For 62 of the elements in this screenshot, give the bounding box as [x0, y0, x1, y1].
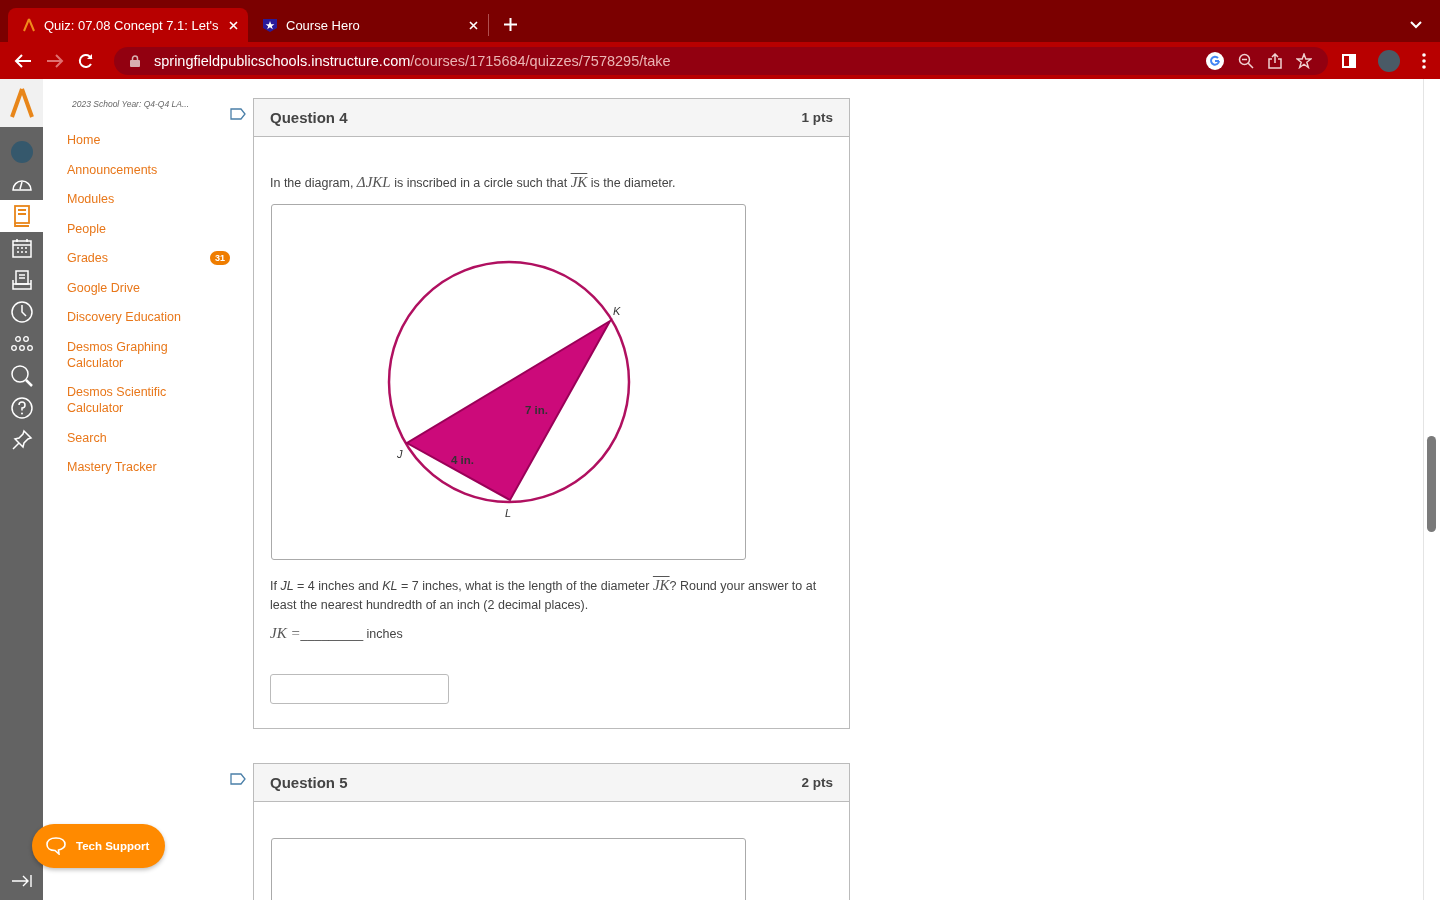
- avatar: [10, 141, 33, 163]
- question-text: If JL = 4 inches and KL = 7 inches, what is the length of the diameter JK? Round your answer to at least the nearest hundredth of an inch (2 decimal places).: [270, 576, 818, 614]
- back-icon[interactable]: [14, 52, 32, 69]
- side-panel-icon[interactable]: [1342, 53, 1356, 68]
- triangle-logo-icon: [8, 87, 35, 119]
- pin-icon: [10, 429, 33, 451]
- book-icon: [12, 205, 31, 227]
- question-points: 1 pts: [801, 110, 833, 125]
- vertex-label: K: [613, 305, 621, 317]
- close-icon[interactable]: [469, 20, 478, 30]
- tech-support-button[interactable]: Tech Support: [32, 824, 166, 868]
- bookmark-icon[interactable]: [230, 108, 246, 120]
- close-icon[interactable]: [229, 20, 238, 30]
- nav-rail-item[interactable]: [0, 200, 43, 232]
- question-title: Question 4: [270, 109, 348, 126]
- course-nav-link[interactable]: Desmos Scientific Calculator: [67, 384, 187, 416]
- lock-icon: [130, 54, 140, 67]
- question-text: In the diagram, ΔJKL is inscribed in a circle such that JK is the diameter.: [270, 173, 677, 192]
- answer-field[interactable]: [270, 674, 449, 704]
- chat-bubble-icon: [46, 837, 66, 855]
- star-outline-icon[interactable]: [1296, 52, 1312, 69]
- share-icon[interactable]: [1268, 52, 1282, 69]
- inbox-icon: [11, 270, 32, 290]
- collapse-icon[interactable]: [10, 874, 33, 888]
- course-nav-link[interactable]: Home: [67, 132, 187, 148]
- google-icon[interactable]: [1206, 51, 1224, 70]
- zoom-out-icon[interactable]: [1238, 52, 1254, 69]
- vertex-label: J: [397, 448, 403, 460]
- logo-tile[interactable]: [0, 79, 43, 127]
- more-icon[interactable]: [1422, 52, 1426, 69]
- course-nav-link[interactable]: Search: [67, 429, 187, 446]
- count-badge: 31: [210, 251, 230, 265]
- network-icon: [10, 336, 33, 352]
- scrollbar-thumb[interactable]: [1427, 436, 1436, 532]
- reload-icon[interactable]: [78, 52, 94, 69]
- course-nav-link[interactable]: Modules: [67, 191, 187, 207]
- plus-icon[interactable]: [504, 18, 517, 31]
- question-title: Question 5: [270, 774, 348, 791]
- browser-tab[interactable]: Quiz: 07.08 Concept 7.1: Let's: [8, 8, 248, 42]
- help-icon: [10, 397, 33, 419]
- bookmark-icon[interactable]: [230, 773, 246, 785]
- side-length-label: 4 in.: [451, 454, 474, 466]
- address-bar[interactable]: springfieldpublicschools.instructure.com/courses/1715684/quizzes/7578295/take: [114, 46, 1328, 75]
- search-icon: [10, 365, 33, 387]
- course-term: 2023 School Year: Q4-Q4 LA...: [72, 99, 191, 109]
- triangle-logo-icon: [22, 18, 36, 32]
- course-nav-link[interactable]: Discovery Education: [67, 309, 187, 325]
- course-nav-link[interactable]: Grades: [67, 250, 187, 266]
- calendar-icon: [11, 238, 32, 258]
- course-nav-link[interactable]: Google Drive: [67, 279, 187, 296]
- answer-prompt: JK =_________ inches: [270, 624, 404, 643]
- question-points: 2 pts: [801, 775, 833, 790]
- vertex-label: L: [505, 507, 512, 519]
- course-nav-link[interactable]: Announcements: [67, 161, 187, 178]
- clock-icon: [10, 301, 33, 323]
- browser-tab[interactable]: Course Hero: [248, 8, 488, 42]
- chevron-down-icon[interactable]: [1410, 21, 1422, 29]
- side-length-label: 7 in.: [525, 404, 548, 416]
- star-icon: [262, 17, 278, 33]
- course-nav-link[interactable]: Desmos Graphing Calculator: [67, 338, 187, 371]
- course-nav-link[interactable]: Mastery Tracker: [67, 459, 187, 475]
- course-nav-link[interactable]: People: [67, 220, 187, 237]
